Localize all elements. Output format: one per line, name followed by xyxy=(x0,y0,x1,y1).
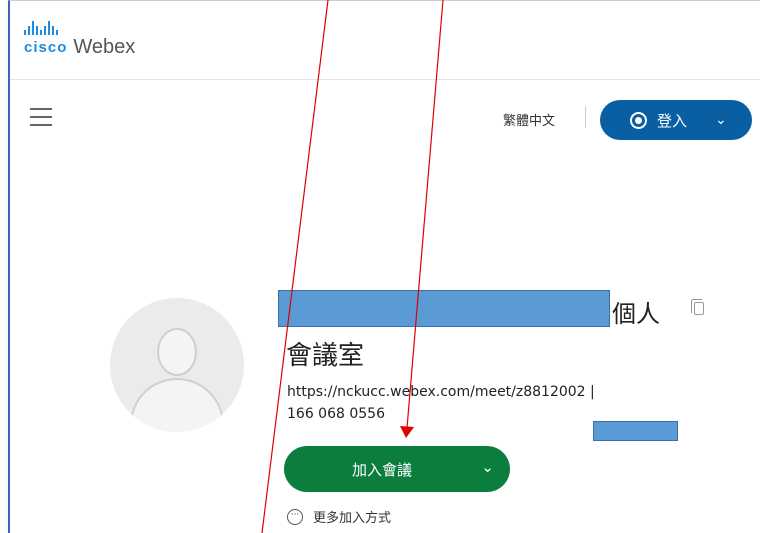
annotation-line-left xyxy=(261,0,329,533)
annotation-arrowhead xyxy=(400,426,414,438)
annotation-overlay xyxy=(261,0,444,533)
annotation-arrow-line xyxy=(406,0,444,429)
